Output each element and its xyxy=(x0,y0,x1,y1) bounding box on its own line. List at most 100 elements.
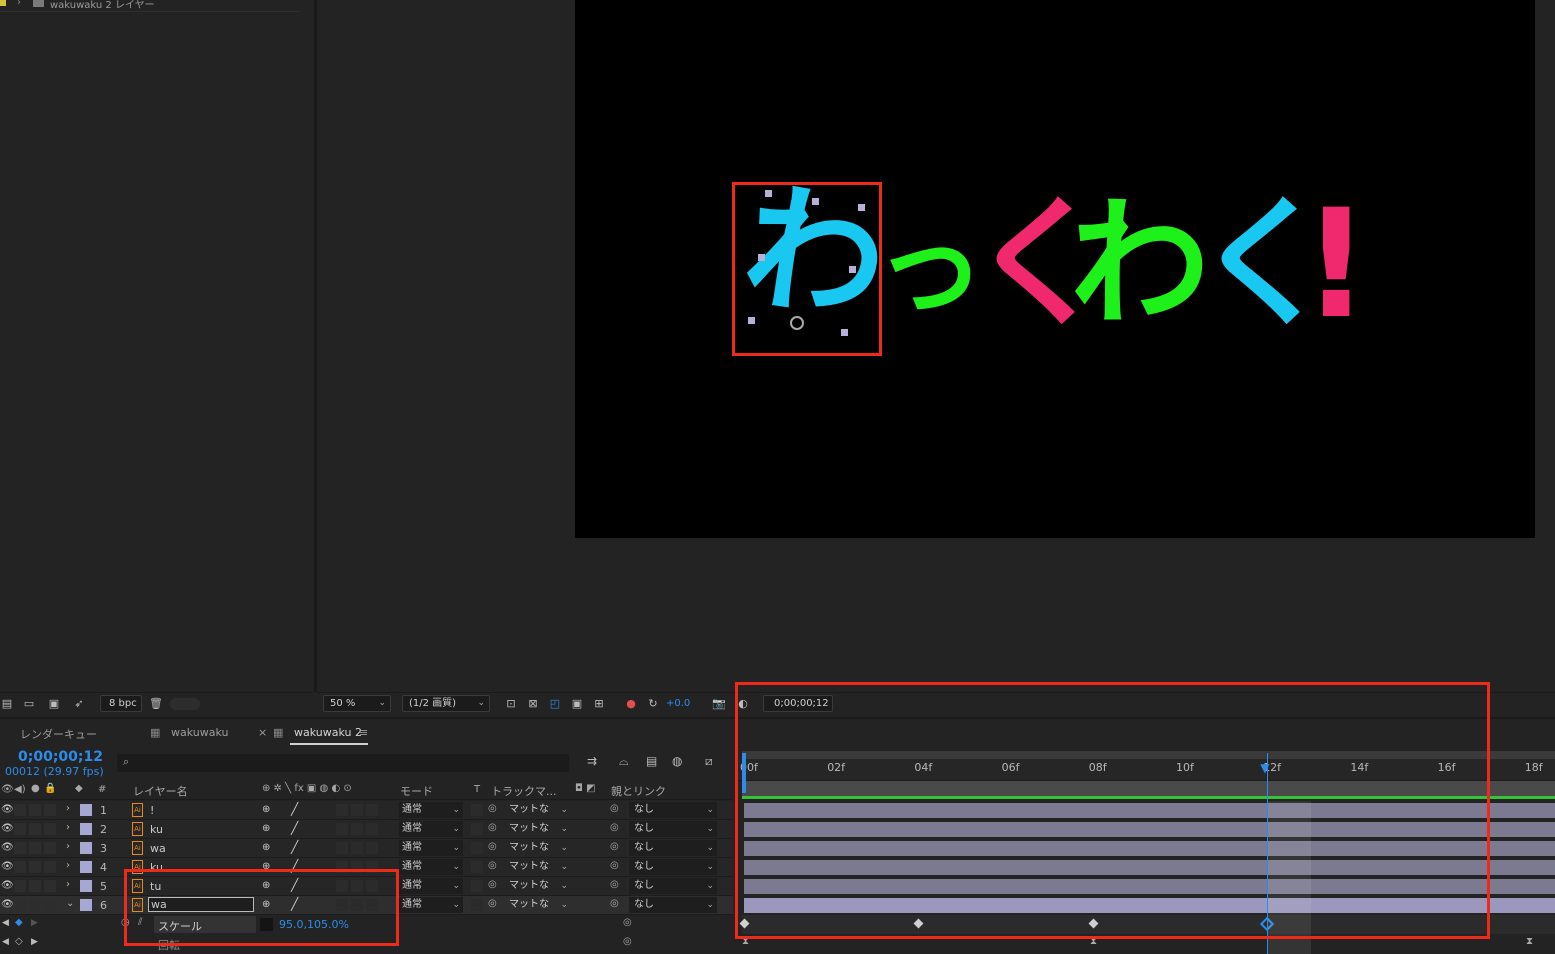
matte-pick-whip-icon[interactable]: ◎ xyxy=(488,841,497,852)
mode-select[interactable]: 通常 ⌄ xyxy=(399,897,463,913)
switch-box[interactable] xyxy=(351,823,363,835)
audio-toggle[interactable] xyxy=(14,804,26,816)
matte-pick-whip-icon[interactable]: ◎ xyxy=(488,879,497,890)
layer-name[interactable]: ku xyxy=(150,823,163,836)
solo-toggle[interactable] xyxy=(29,861,41,873)
region-of-interest-icon[interactable]: ▣ xyxy=(570,697,584,710)
preserve-transparency-box[interactable] xyxy=(471,804,483,816)
mode-select[interactable]: 通常 ⌄ xyxy=(399,859,463,875)
shy-switch-icon[interactable]: ⊕ xyxy=(262,804,270,815)
eye-icon[interactable]: 👁 xyxy=(1,804,14,815)
transparency-grid-icon[interactable]: ⊠ xyxy=(526,697,540,710)
solo-toggle[interactable] xyxy=(29,823,41,835)
track-matte-select[interactable]: マットな ⌄ xyxy=(505,840,571,856)
chevron-down-icon[interactable]: ⌄ xyxy=(66,898,74,909)
new-folder-icon[interactable]: ▭ xyxy=(22,697,36,710)
switch-box[interactable] xyxy=(366,823,378,835)
resolution-select[interactable]: (1/2 画質) ⌄ xyxy=(402,695,490,712)
shy-switch-icon[interactable]: ⊕ xyxy=(262,842,270,853)
track-matte-select[interactable]: マットな ⌄ xyxy=(505,897,571,913)
tab-wakuwaku[interactable]: wakuwaku xyxy=(171,726,228,739)
frame-blending-icon[interactable]: ▤ xyxy=(646,754,657,768)
matte-pick-whip-icon[interactable]: ◎ xyxy=(488,898,497,909)
close-icon[interactable]: × xyxy=(258,726,267,739)
quality-switch-icon[interactable]: ╱ xyxy=(291,821,298,835)
eye-icon[interactable]: 👁 xyxy=(1,899,14,910)
chevron-right-icon[interactable]: › xyxy=(66,841,70,852)
solo-toggle[interactable] xyxy=(29,804,41,816)
chevron-right-icon[interactable]: › xyxy=(17,0,21,8)
eye-icon[interactable]: 👁 xyxy=(1,880,14,891)
parent-select[interactable]: なし ⌄ xyxy=(629,802,717,818)
range-end-marker[interactable]: ⧗ xyxy=(1526,936,1533,947)
audio-toggle[interactable] xyxy=(14,899,26,911)
panel-menu-icon[interactable]: ≡ xyxy=(359,726,368,739)
chevron-right-icon[interactable]: › xyxy=(66,879,70,890)
chevron-right-icon[interactable]: › xyxy=(66,822,70,833)
layer-name[interactable]: wa xyxy=(150,842,166,855)
parent-pick-whip-icon[interactable]: ◎ xyxy=(610,841,619,852)
switch-box[interactable] xyxy=(351,804,363,816)
zoom-select[interactable]: 50 % ⌄ xyxy=(323,695,391,712)
eye-icon[interactable]: 👁 xyxy=(1,823,14,834)
lock-toggle[interactable] xyxy=(44,804,56,816)
next-keyframe-icon[interactable]: ▶ xyxy=(31,937,38,947)
label-color-swatch[interactable] xyxy=(80,823,92,835)
parent-pick-whip-icon[interactable]: ◎ xyxy=(610,860,619,871)
snapshot-icon[interactable]: 📷 xyxy=(712,697,726,710)
current-time[interactable]: 0;00;00;12 xyxy=(18,749,103,765)
lock-toggle[interactable] xyxy=(44,861,56,873)
label-color-swatch[interactable] xyxy=(80,861,92,873)
mode-select[interactable]: 通常 ⌄ xyxy=(399,840,463,856)
header-layer-name[interactable]: レイヤー名 xyxy=(133,783,188,799)
switch-box[interactable] xyxy=(366,804,378,816)
preserve-transparency-box[interactable] xyxy=(471,880,483,892)
solo-toggle[interactable] xyxy=(29,880,41,892)
audio-toggle[interactable] xyxy=(14,880,26,892)
prev-keyframe-icon[interactable]: ◀ xyxy=(2,937,9,947)
quality-switch-icon[interactable]: ╱ xyxy=(291,840,298,854)
label-color-swatch[interactable] xyxy=(80,804,92,816)
chevron-right-icon[interactable]: › xyxy=(66,803,70,814)
thumbnail-slider[interactable] xyxy=(170,698,200,710)
exposure-value[interactable]: +0.0 xyxy=(666,698,690,709)
solo-toggle[interactable] xyxy=(29,842,41,854)
bpc-selector[interactable]: 8 bpc xyxy=(100,695,142,712)
label-color-swatch[interactable] xyxy=(80,842,92,854)
prev-keyframe-icon[interactable]: ◀ xyxy=(2,918,9,928)
preserve-transparency-box[interactable] xyxy=(471,823,483,835)
composition-canvas[interactable]: わ っ く わ く ! xyxy=(575,0,1535,538)
pick-whip-icon[interactable]: ◎ xyxy=(623,936,632,947)
header-mode[interactable]: モード xyxy=(400,783,433,799)
mode-select[interactable]: 通常 ⌄ xyxy=(399,802,463,818)
interpret-footage-icon[interactable]: ▤ xyxy=(0,697,14,710)
layer-name[interactable]: ! xyxy=(150,804,154,817)
label-color-swatch[interactable] xyxy=(80,899,92,911)
label-color-swatch[interactable] xyxy=(80,880,92,892)
shy-layers-icon[interactable]: ⌓ xyxy=(619,754,629,769)
chevron-right-icon[interactable]: › xyxy=(66,860,70,871)
switch-box[interactable] xyxy=(336,842,348,854)
layer-search-input[interactable]: ⌕ xyxy=(117,754,569,772)
guides-icon[interactable]: ⊞ xyxy=(592,697,606,710)
mode-select[interactable]: 通常 ⌄ xyxy=(399,878,463,894)
tab-render-queue[interactable]: レンダーキュー xyxy=(20,726,97,742)
eye-icon[interactable]: 👁 xyxy=(1,861,14,872)
project-item-row[interactable]: › wakuwaku 2 レイヤー xyxy=(0,0,300,12)
matte-pick-whip-icon[interactable]: ◎ xyxy=(488,860,497,871)
audio-toggle[interactable] xyxy=(14,861,26,873)
preserve-transparency-box[interactable] xyxy=(471,899,483,911)
parent-pick-whip-icon[interactable]: ◎ xyxy=(610,879,619,890)
new-comp-icon[interactable]: ▣ xyxy=(47,697,61,710)
parent-select[interactable]: なし ⌄ xyxy=(629,840,717,856)
lock-toggle[interactable] xyxy=(44,880,56,892)
eye-icon[interactable]: 👁 xyxy=(1,842,14,853)
preserve-transparency-box[interactable] xyxy=(471,842,483,854)
add-keyframe-icon[interactable]: ◇ xyxy=(15,936,23,947)
lock-toggle[interactable] xyxy=(44,823,56,835)
switch-box[interactable] xyxy=(366,842,378,854)
trash-icon[interactable]: 🗑 xyxy=(149,697,163,710)
layer-row[interactable]: 👁 › 3 Ai wa ⊕ ╱ 通常 ⌄ ◎ マットな ⌄ ◎ なし ⌄ xyxy=(0,839,733,858)
tab-wakuwaku-2[interactable]: wakuwaku 2 xyxy=(294,726,362,739)
mode-select[interactable]: 通常 ⌄ xyxy=(399,821,463,837)
